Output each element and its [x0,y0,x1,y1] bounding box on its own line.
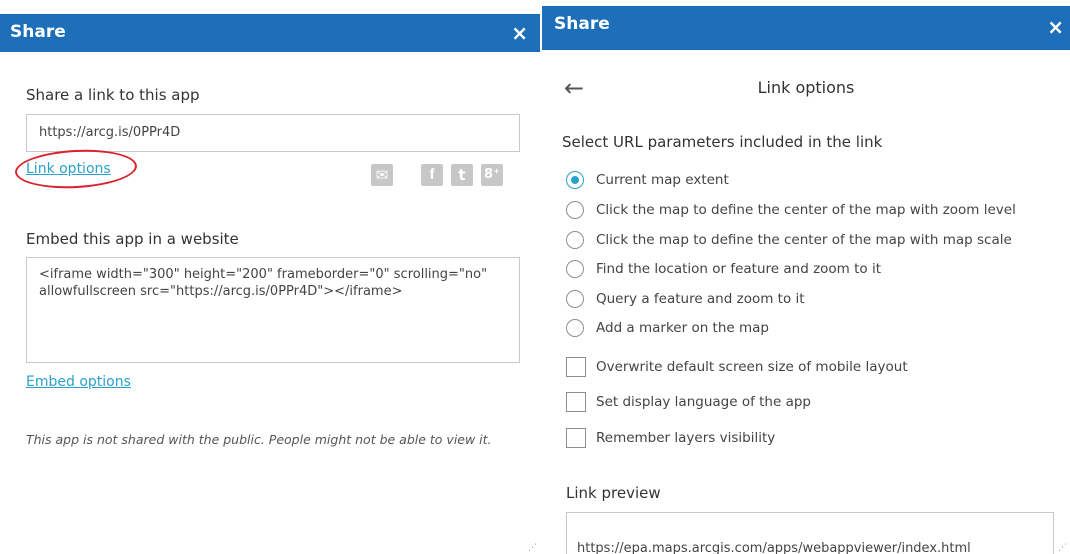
checkbox-label: Set display language of the app [596,394,811,410]
share-link-field[interactable]: https://arcg.is/0PPr4D [26,114,520,152]
radio-label: Find the location or feature and zoom to… [596,261,882,277]
checkbox-layers-visibility[interactable]: Remember layers visibility [566,426,775,450]
radio-label: Click the map to define the center of th… [596,232,1012,248]
link-preview-field[interactable]: https://epa.maps.arcgis.com/apps/webappv… [566,512,1054,554]
resize-handle-icon[interactable]: ⋰ [1058,544,1067,553]
twitter-icon[interactable]: t [451,164,473,186]
radio-icon[interactable] [566,201,584,219]
radio-selected-icon[interactable] [566,171,584,189]
radio-label: Add a marker on the map [596,320,769,336]
embed-code-field[interactable]: <iframe width="300" height="200" framebo… [26,257,520,363]
google-plus-icon[interactable]: 8⁺ [481,164,503,186]
facebook-icon[interactable]: f [421,164,443,186]
mail-icon[interactable]: ✉ [371,164,393,186]
radio-query-feature[interactable]: Query a feature and zoom to it [566,287,805,311]
link-options-heading: Link options [757,78,855,97]
share-link-label: Share a link to this app [26,86,200,104]
link-options-panel: Share × ← Link options Select URL parame… [542,0,1070,554]
radio-icon[interactable] [566,260,584,278]
link-options-title: Share [554,14,610,34]
resize-handle-icon[interactable]: ⋰ [528,544,537,553]
radio-label: Click the map to define the center of th… [596,202,1016,218]
share-title: Share [10,22,66,42]
radio-find-location[interactable]: Find the location or feature and zoom to… [566,257,881,281]
embed-code-text: <iframe width="300" height="200" framebo… [39,267,488,299]
share-header: Share × [0,14,540,52]
annotation-circle [14,146,138,192]
radio-label: Current map extent [596,172,729,188]
close-icon[interactable]: × [511,23,528,43]
link-preview-value: https://epa.maps.arcgis.com/apps/webappv… [577,541,971,554]
embed-label: Embed this app in a website [26,230,239,248]
radio-center-scale[interactable]: Click the map to define the center of th… [566,228,1012,252]
radio-current-extent[interactable]: Current map extent [566,168,729,192]
share-link-value: https://arcg.is/0PPr4D [39,125,181,140]
share-panel-main: Share × Share a link to this app https:/… [0,0,540,554]
share-warning-text: This app is not shared with the public. … [26,432,492,447]
embed-options-link[interactable]: Embed options [26,374,131,390]
radio-center-zoom[interactable]: Click the map to define the center of th… [566,198,1016,222]
checkbox-icon[interactable] [566,428,586,448]
checkbox-icon[interactable] [566,392,586,412]
checkbox-display-language[interactable]: Set display language of the app [566,390,811,414]
checkbox-label: Remember layers visibility [596,430,776,446]
link-options-header: Share × [542,6,1070,50]
radio-icon[interactable] [566,290,584,308]
checkbox-label: Overwrite default screen size of mobile … [596,359,908,375]
link-preview-label: Link preview [566,484,661,502]
radio-icon[interactable] [566,319,584,337]
checkbox-mobile-layout[interactable]: Overwrite default screen size of mobile … [566,355,908,379]
checkbox-icon[interactable] [566,357,586,377]
url-params-label: Select URL parameters included in the li… [562,133,883,151]
radio-label: Query a feature and zoom to it [596,291,805,307]
radio-add-marker[interactable]: Add a marker on the map [566,316,769,340]
close-icon[interactable]: × [1047,17,1064,37]
radio-icon[interactable] [566,231,584,249]
